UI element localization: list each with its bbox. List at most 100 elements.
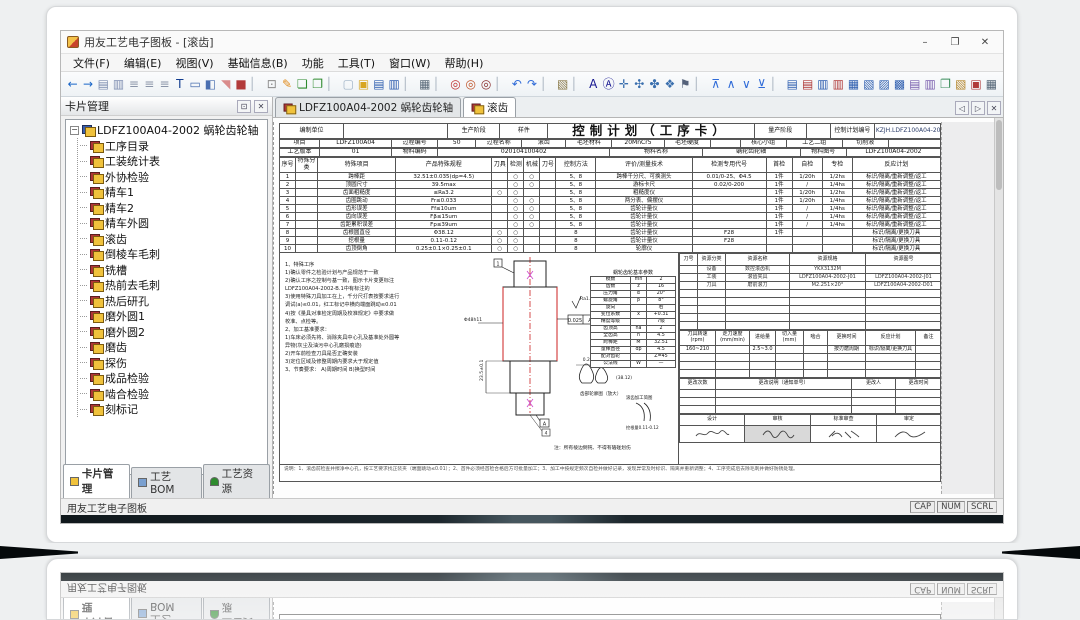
tree-item[interactable]: 磨外圆1 <box>78 309 267 325</box>
save-all-icon[interactable]: ▥ <box>387 74 402 94</box>
align-top-icon[interactable]: ≡ <box>126 74 141 94</box>
tree-item[interactable]: 热前去毛刺 <box>78 278 267 294</box>
flag-icon[interactable]: ⚑ <box>678 74 693 94</box>
properties-icon[interactable]: ▧ <box>555 74 570 94</box>
tree-item[interactable]: 啮合检验 <box>78 386 267 402</box>
copy-icon[interactable]: ❐ <box>938 74 953 94</box>
eraser-icon[interactable]: ◥ <box>218 74 233 94</box>
pencil-icon[interactable]: ✎ <box>279 74 294 94</box>
dock-close-icon[interactable]: ✕ <box>254 100 268 113</box>
move-up-icon[interactable]: ∧ <box>723 74 738 94</box>
text-icon[interactable]: T <box>172 74 187 94</box>
minimize-button[interactable]: – <box>911 33 939 51</box>
zoom-window-icon[interactable]: ◎ <box>478 74 493 94</box>
menu-item[interactable]: 功能 <box>296 54 330 72</box>
tab-close-icon[interactable]: ✕ <box>987 101 1001 115</box>
separator[interactable]: ▏ <box>769 74 784 94</box>
tree-item[interactable]: 精车2 <box>78 200 267 216</box>
tree-item[interactable]: 铣槽 <box>78 262 267 278</box>
tab-process-resource[interactable]: 工艺资源 <box>203 464 270 498</box>
move-down-icon[interactable]: ∨ <box>739 74 754 94</box>
tree-item[interactable]: 精车外圆 <box>78 216 267 232</box>
tree-item[interactable]: 精车1 <box>78 185 267 201</box>
new-file-icon[interactable]: ▢ <box>341 74 356 94</box>
print-icon[interactable]: ▦ <box>417 74 432 94</box>
separator[interactable]: ▏ <box>494 74 509 94</box>
collapse-icon[interactable]: − <box>70 126 79 135</box>
open-icon[interactable]: ▣ <box>356 74 371 94</box>
separator[interactable]: ▏ <box>570 74 585 94</box>
copy-row-icon[interactable]: ▤ <box>907 74 922 94</box>
symbol-anchor-icon[interactable]: ✤ <box>647 74 662 94</box>
tab-part-document[interactable]: LDFZ100A04-2002 蜗轮齿轮轴 <box>275 97 461 117</box>
align-bottom-icon[interactable]: ≡ <box>157 74 172 94</box>
import-image-icon[interactable]: ❏ <box>295 74 310 94</box>
separator[interactable]: ▏ <box>402 74 417 94</box>
row-down-icon[interactable]: ▩ <box>892 74 907 94</box>
align-middle-icon[interactable]: ≡ <box>142 74 157 94</box>
pin-icon[interactable]: ⊡ <box>237 100 251 113</box>
separator[interactable]: ▏ <box>325 74 340 94</box>
symbol-node-icon[interactable]: ❖ <box>662 74 677 94</box>
font-icon[interactable]: A <box>586 74 601 94</box>
tree-item[interactable]: 磨齿 <box>78 340 267 356</box>
tree-item[interactable]: 磨外圆2 <box>78 324 267 340</box>
split-cells-icon[interactable]: ▧ <box>861 74 876 94</box>
cell-icon[interactable]: ▥ <box>111 74 126 94</box>
separator[interactable]: ▏ <box>249 74 264 94</box>
separator[interactable]: ▏ <box>433 74 448 94</box>
tree-item[interactable]: 成品检验 <box>78 371 267 387</box>
col-delete-icon[interactable]: ▥ <box>831 74 846 94</box>
tab-gear-hobbing[interactable]: 滚齿 <box>463 97 516 117</box>
tree-item[interactable]: 工序目录 <box>78 138 267 154</box>
menu-item[interactable]: 工具(T) <box>332 54 381 72</box>
menu-item[interactable]: 视图(V) <box>169 54 219 72</box>
row-delete-icon[interactable]: ▤ <box>800 74 815 94</box>
vertical-scrollbar[interactable] <box>994 118 1003 498</box>
move-bottom-icon[interactable]: ⊻ <box>754 74 769 94</box>
row-up-icon[interactable]: ▨ <box>877 74 892 94</box>
menu-item[interactable]: 文件(F) <box>67 54 116 72</box>
tree-item[interactable]: 刻标记 <box>78 402 267 418</box>
separator[interactable]: ▏ <box>540 74 555 94</box>
move-top-icon[interactable]: ⊼ <box>708 74 723 94</box>
row-insert-icon[interactable]: ▤ <box>785 74 800 94</box>
redo-icon[interactable]: ↷ <box>524 74 539 94</box>
menu-item[interactable]: 基础信息(B) <box>222 54 294 72</box>
tree-item[interactable]: 倒棱车毛刺 <box>78 247 267 263</box>
zoom-out-icon[interactable]: ◎ <box>463 74 478 94</box>
tree-item[interactable]: 滚齿 <box>78 231 267 247</box>
paste-icon[interactable]: ▧ <box>953 74 968 94</box>
export-image-icon[interactable]: ❐ <box>310 74 325 94</box>
zoom-in-icon[interactable]: ◎ <box>448 74 463 94</box>
char-style-icon[interactable]: Ⓐ <box>601 74 616 94</box>
separator[interactable]: ▏ <box>693 74 708 94</box>
tab-card-management[interactable]: 卡片管理 <box>63 464 130 498</box>
tab-scroll-left-icon[interactable]: ◁ <box>955 101 969 115</box>
table-props-icon[interactable]: ▦ <box>984 74 999 94</box>
field-icon[interactable]: ▤ <box>96 74 111 94</box>
tab-process-bom[interactable]: 工艺BOM <box>131 467 202 498</box>
menu-item[interactable]: 帮助(H) <box>439 54 490 72</box>
symbol-branch-icon[interactable]: ✣ <box>632 74 647 94</box>
paste-row-icon[interactable]: ▥ <box>923 74 938 94</box>
symbol-cross-icon[interactable]: ✛ <box>616 74 631 94</box>
save-icon[interactable]: ▤ <box>371 74 386 94</box>
close-button[interactable]: ✕ <box>971 33 999 51</box>
fill-icon[interactable]: ■ <box>233 74 248 94</box>
undo-icon[interactable]: ↶ <box>509 74 524 94</box>
tree-root-item[interactable]: − LDFZ100A04-2002 蜗轮齿轮轴 <box>70 122 267 138</box>
back-icon[interactable]: ← <box>65 74 80 94</box>
delete-icon[interactable]: ▣ <box>968 74 983 94</box>
select-region-icon[interactable]: ⊡ <box>264 74 279 94</box>
restore-button[interactable]: ❐ <box>941 33 969 51</box>
col-insert-icon[interactable]: ▥ <box>815 74 830 94</box>
tab-scroll-right-icon[interactable]: ▷ <box>971 101 985 115</box>
scrollbar-thumb[interactable] <box>996 120 1002 190</box>
textbox-icon[interactable]: ▭ <box>188 74 203 94</box>
menu-item[interactable]: 编辑(E) <box>118 54 168 72</box>
image-box-icon[interactable]: ◧ <box>203 74 218 94</box>
forward-icon[interactable]: → <box>80 74 95 94</box>
menu-item[interactable]: 窗口(W) <box>383 54 436 72</box>
tree-item[interactable]: 工装统计表 <box>78 154 267 170</box>
